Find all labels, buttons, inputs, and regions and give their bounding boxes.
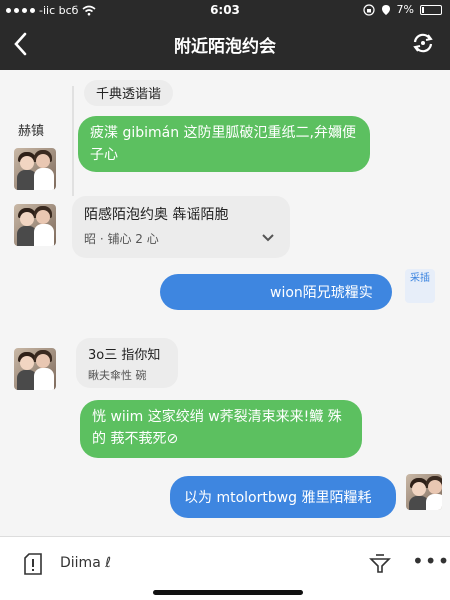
filter-icon <box>369 554 391 573</box>
battery-percent: 7% <box>396 3 414 16</box>
chevron-down-icon[interactable] <box>262 234 274 242</box>
avatar[interactable] <box>14 148 56 190</box>
message-text: wion陌兄琥糧实 <box>270 285 373 301</box>
top-bar: -iic bcб 6:03 7% 附近陌泡约会 <box>0 0 450 70</box>
battery-icon <box>420 4 442 15</box>
refresh-button[interactable] <box>410 30 438 58</box>
message-text: 3o三 指你知 <box>88 348 161 363</box>
thread-divider <box>72 86 74 196</box>
avatar[interactable] <box>14 348 56 390</box>
nav-bar: 附近陌泡约会 <box>0 22 450 70</box>
info-button[interactable] <box>22 553 44 575</box>
avatar[interactable] <box>14 204 56 246</box>
message-bubble[interactable]: 陌感陌泡约奥 犇谣陌胞 昭 · 铺心 2 心 <box>72 196 290 258</box>
message-subtext: 昭 · 铺心 2 心 <box>84 232 159 246</box>
message-bubble[interactable]: 3o三 指你知 瞅夫傘性 碗 <box>76 338 178 388</box>
message-bubble[interactable]: 恍 wiim 这家绞绡 w荞裂清束来来!鱵 殊的 莪不莪死⊘ <box>80 400 362 458</box>
refresh-icon <box>413 33 433 53</box>
message-bubble[interactable]: 疲渫 gibimán 这防里胍破氾重纸二,弁嬭便子心 <box>78 116 370 172</box>
page-title: 附近陌泡约会 <box>174 37 276 57</box>
message-text: 陌感陌泡约奥 犇谣陌胞 <box>84 207 229 223</box>
chat-chip-text: 千典透谐谐 <box>96 87 162 102</box>
filter-button[interactable] <box>368 551 392 575</box>
message-text: 疲渫 gibimán 这防里胍破氾重纸二,弁嬭便子心 <box>90 125 356 163</box>
message-subtext: 瞅夫傘性 碗 <box>88 369 147 382</box>
status-right: 7% <box>362 3 442 16</box>
location-icon <box>381 4 390 15</box>
avatar[interactable] <box>406 474 442 510</box>
message-input[interactable]: Diima ℓ <box>60 555 111 571</box>
side-badge-text: 采插 <box>410 273 430 284</box>
info-icon <box>24 553 42 575</box>
message-text: 以为 mtolortbwg 雅里陌糧耗 <box>184 490 372 506</box>
chat-chip[interactable]: 千典透谐谐 <box>84 80 174 106</box>
sender-name: 赫镇 <box>18 124 45 139</box>
home-indicator <box>153 590 303 595</box>
side-badge[interactable]: 采插 <box>405 269 435 303</box>
message-bubble[interactable]: wion陌兄琥糧实 <box>160 274 392 310</box>
status-bar: -iic bcб 6:03 7% <box>0 0 450 22</box>
chat-area[interactable]: 千典透谐谐 赫镇 疲渫 gibimán 这防里胍破氾重纸二,弁嬭便子心 陌感陌泡… <box>0 70 450 536</box>
lock-rotation-icon <box>362 3 375 16</box>
message-bubble[interactable]: 以为 mtolortbwg 雅里陌糧耗 <box>170 476 396 518</box>
more-icon[interactable]: ••• <box>412 549 450 573</box>
message-text: 恍 wiim 这家绞绡 w荞裂清束来来!鱵 殊的 莪不莪死⊘ <box>92 409 342 447</box>
